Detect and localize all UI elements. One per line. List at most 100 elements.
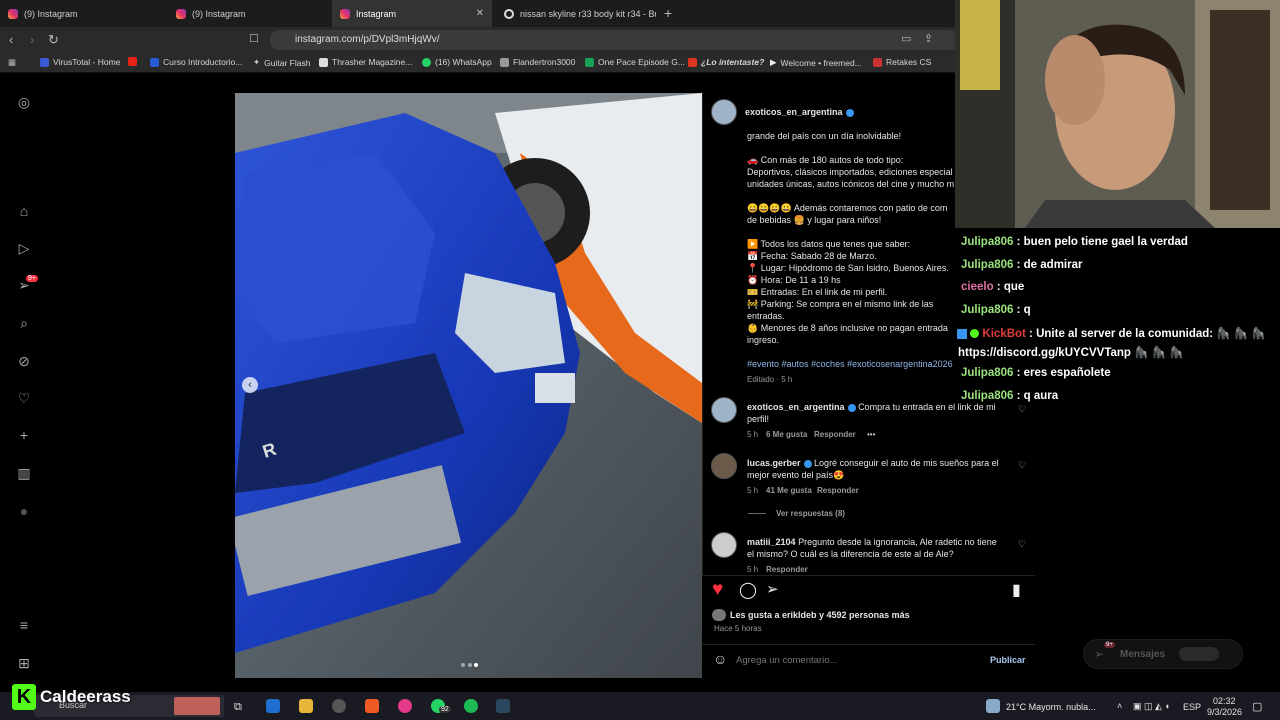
app-icon[interactable] [398,699,412,713]
bookmark-thrasher[interactable]: Thrasher Magazine... [319,57,412,67]
virustotal-icon [40,57,49,67]
microsoft-store-icon[interactable] [266,699,280,713]
instagram-logo-icon[interactable]: ◎ [16,94,32,110]
comment-like-icon[interactable]: ♡ [1018,539,1026,550]
chat-text: que [1003,281,1025,293]
close-tab-icon[interactable]: ✕ [476,8,484,19]
post-author[interactable]: exoticos_en_argentina [745,107,854,117]
cast-icon[interactable]: ▭ [901,32,911,45]
clock-time[interactable]: 02:32 [1213,696,1236,706]
share-icon[interactable]: ⇪ [924,32,933,45]
obs-icon[interactable] [332,699,346,713]
messages-button[interactable]: ➢ 9+ Mensajes [1083,639,1243,669]
retakes-icon [873,57,882,67]
bookmark-label: Guitar Flash [264,57,311,68]
comment-user[interactable]: lucas.gerber [747,458,801,468]
carousel-prev-button[interactable]: ‹ [242,377,258,393]
brave-icon[interactable] [365,699,379,713]
streamer-brand: K Caldeerass [12,684,131,710]
comment-avatar[interactable] [711,532,737,558]
reload-icon[interactable]: ↻ [48,32,59,48]
stream-chat: Julipa806 : buen pelo tiene gael la verd… [955,228,1280,418]
guitar-icon: ✦ [253,57,261,67]
heart-icon[interactable]: ♡ [16,390,32,406]
clock-date[interactable]: 9/3/2026 [1207,707,1242,717]
task-view-icon[interactable]: ⧉ [234,701,242,714]
post-image[interactable]: R [235,93,702,678]
apps-grid-icon[interactable]: ▦ [8,57,16,68]
back-icon[interactable]: ‹ [9,32,13,47]
weather-text[interactable]: 21°C Mayorm. nubla... [1006,702,1096,712]
bookmark-curso[interactable]: Curso Introductorio... [150,57,242,67]
bookmark-whatsapp[interactable]: (16) WhatsApp [422,57,492,67]
home-icon[interactable]: ⌂ [16,203,32,219]
bookmark-retakes[interactable]: Retakes CS [873,57,931,67]
like-heart-icon[interactable]: ♥ [712,579,723,601]
explore-icon[interactable]: ⊘ [16,353,32,369]
dashboard-icon[interactable]: ▥ [16,465,32,481]
bookmark-freemed[interactable]: ▶ Welcome • freemed... [770,57,862,68]
steam-icon[interactable] [496,699,510,713]
spotify-icon[interactable] [464,699,478,713]
search-icon[interactable]: ⌕ [16,315,32,331]
search-highlight-image [174,697,220,715]
bookmark-one-pace[interactable]: One Pace Episode G... [585,57,685,67]
chat-username: Julipa806 [961,367,1014,379]
view-replies-button[interactable]: Ver respuestas (8) [776,509,845,518]
more-options-icon[interactable]: ••• [867,430,875,439]
meta-icon[interactable]: ⊞ [16,655,32,671]
bookmark-youtube[interactable] [128,57,137,66]
bookmark-lo-intentaste[interactable]: ¿Lo intentaste? [688,57,764,67]
emoji-icon[interactable]: ☺ [713,651,727,667]
share-icon[interactable]: ➢ [766,580,779,598]
carousel-dot [468,663,472,667]
tab-instagram-1[interactable]: (9) Instagram [0,0,168,27]
bookmark-flandertron[interactable]: Flandertron3000 [500,57,575,67]
create-icon[interactable]: + [16,427,32,443]
caption-line: entradas. [747,311,785,321]
caption-line: ▶️ Todos los datos que tenes que saber: [747,239,911,249]
comment-avatar[interactable] [711,453,737,479]
publish-button[interactable]: Publicar [990,655,1026,665]
likes-summary[interactable]: Les gusta a erikldeb y 4592 personas más [730,610,910,620]
messages-icon: ➢ [1094,647,1105,661]
comment-avatar[interactable] [711,397,737,423]
chat-username: Julipa806 [961,236,1014,248]
forward-icon[interactable]: › [30,32,34,47]
tab-google-search[interactable]: nissan skyline r33 body kit r34 - Busc [496,0,656,27]
reply-button[interactable]: Responder [766,565,808,574]
chat-username: Julipa806 [961,259,1014,271]
bookmark-guitar-flash[interactable]: ✦ Guitar Flash [253,57,310,68]
tab-instagram-2[interactable]: (9) Instagram [168,0,332,27]
comment-user[interactable]: exoticos_en_argentina [747,402,845,412]
comment-user[interactable]: matiii_2104 [747,537,796,547]
profile-icon[interactable]: ● [16,503,32,519]
comment-likes[interactable]: 41 Me gusta [766,486,812,495]
comment-input[interactable] [736,651,976,669]
tray-chevron-icon[interactable]: ˄ [1117,701,1122,711]
menu-icon[interactable]: ≡ [16,617,32,633]
new-tab-icon[interactable]: + [664,5,672,21]
bookmark-star-icon[interactable]: ☐ [249,32,259,45]
thrasher-icon [319,57,328,67]
tray-icons[interactable]: ▣ ◫ ◭ ◖ [1133,701,1170,712]
notifications-icon[interactable]: ▢ [1252,700,1262,713]
language-indicator[interactable]: ESP [1183,702,1201,712]
message-avatars [1179,647,1219,661]
bookmark-label: (16) WhatsApp [435,57,492,67]
file-explorer-icon[interactable] [299,699,313,713]
comment-likes[interactable]: 6 Me gusta [766,430,807,439]
reply-button[interactable]: Responder [817,486,859,495]
reels-icon[interactable]: ▷ [16,240,32,256]
caption-line: 🎫 Entradas: En el link de mi perfil. [747,287,888,297]
bookmark-virustotal[interactable]: VirusTotal - Home [40,57,120,67]
save-bookmark-icon[interactable]: ▮ [1012,580,1021,600]
hashtags-link[interactable]: #evento #autos #coches #exoticosenargent… [747,359,953,369]
comment-icon[interactable]: ◯ [739,580,757,600]
webcam-overlay [955,0,1280,228]
reply-button[interactable]: Responder [814,430,856,439]
url-field[interactable]: instagram.com/p/DVpl3mHjqWv/ [270,30,960,50]
comment-like-icon[interactable]: ♡ [1018,460,1026,471]
author-avatar[interactable] [711,99,737,125]
tab-instagram-active[interactable]: Instagram ✕ [332,0,492,27]
